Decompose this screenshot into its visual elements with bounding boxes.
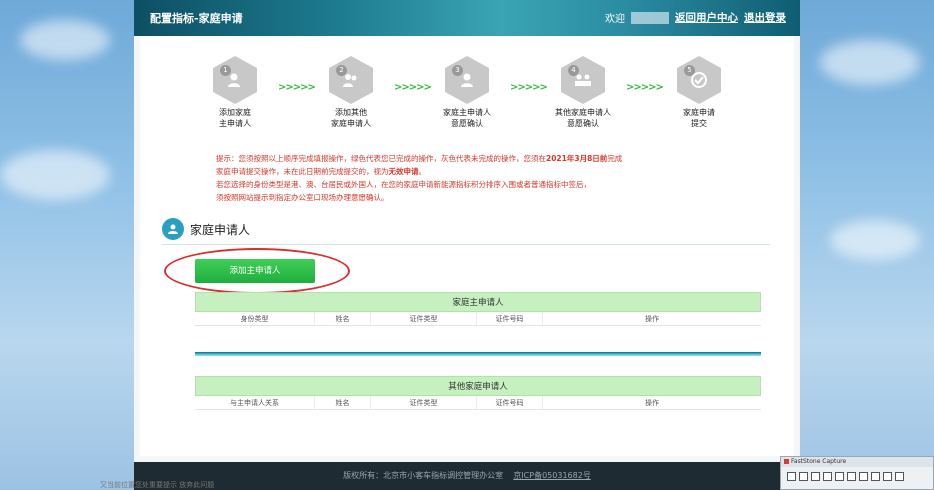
column-header: 身份类型: [195, 312, 315, 325]
capture-title: FastStone Capture: [781, 457, 933, 467]
return-user-center-link[interactable]: 返回用户中心: [675, 10, 738, 25]
main-content: 1 添加家庭 主申请人 >>>>> 2 添加其他 家庭申请人 >>>>> 3 家…: [140, 36, 794, 456]
username-redacted: [631, 11, 669, 24]
capture-toolbar[interactable]: FastStone Capture: [780, 456, 934, 490]
column-header: 证件类型: [371, 312, 477, 325]
notice-line-1: 提示：您须按照以上顺序完成填报操作，绿色代表您已完成的操作，灰色代表未完成的操作…: [216, 154, 623, 163]
logout-link[interactable]: 退出登录: [744, 10, 786, 25]
step-label: 家庭主申请人 意愿确认: [443, 108, 491, 128]
site-footer: 版权所有：北京市小客车指标调控管理办公室 京ICP备05031682号: [134, 462, 800, 490]
column-header: 证件类型: [371, 396, 477, 409]
table-header-row: 与主申请人关系 姓名 证件类型 证件号码 操作: [195, 396, 761, 410]
status-bar-text: 又当前位置您处重要提示 放弃此问题: [100, 481, 215, 489]
check-icon: 5: [677, 56, 721, 104]
capture-menu-icon[interactable]: [895, 472, 904, 481]
copyright-text: 版权所有：北京市小客车指标调控管理办公室: [343, 471, 504, 480]
progress-steps: 1 添加家庭 主申请人 >>>>> 2 添加其他 家庭申请人 >>>>> 3 家…: [140, 56, 794, 146]
step-add-main-applicant: 1 添加家庭 主申请人: [190, 56, 280, 129]
step-add-other-applicants: 2 添加其他 家庭申请人: [306, 56, 396, 129]
column-header: 证件号码: [477, 312, 543, 325]
capture-fullscreen-icon[interactable]: [823, 472, 832, 481]
step-number: 3: [452, 65, 463, 76]
notice-line-2: 家庭申请提交操作，未在此日期前完成提交的，视为无效申请。: [216, 167, 426, 176]
notice-line-3: 若您选择的身份类型是港、澳、台居民或外国人，在您的家庭申请新能源指标积分排序入围…: [216, 180, 591, 189]
capture-tool-icons: [781, 467, 933, 486]
column-header: 姓名: [315, 312, 371, 325]
icp-link[interactable]: 京ICP备05031682号: [513, 471, 591, 480]
capture-rect-icon[interactable]: [799, 472, 808, 481]
capture-video-icon[interactable]: [859, 472, 868, 481]
table-title: 家庭主申请人: [195, 292, 761, 312]
notice-line-4: 须按照网站提示到指定办公室口现场办理意愿确认。: [216, 193, 389, 202]
section-header: 家庭申请人: [162, 218, 250, 240]
section-divider: [162, 244, 770, 245]
notice-text: 提示：您须按照以上顺序完成填报操作，绿色代表您已完成的操作，灰色代表未完成的操作…: [216, 152, 776, 204]
other-applicants-table: 其他家庭申请人 与主申请人关系 姓名 证件类型 证件号码 操作: [195, 376, 761, 410]
step-number: 4: [568, 65, 579, 76]
column-header: 与主申请人关系: [195, 396, 315, 409]
capture-output-icon[interactable]: [871, 472, 880, 481]
step-main-applicant-confirm: 3 家庭主申请人 意愿确认: [422, 56, 512, 129]
section-title: 家庭申请人: [190, 222, 251, 237]
step-number: 2: [336, 65, 347, 76]
step-number: 1: [220, 65, 231, 76]
add-main-applicant-button[interactable]: 添加主申请人: [195, 259, 315, 283]
table-header-row: 身份类型 姓名 证件类型 证件号码 操作: [195, 312, 761, 326]
column-header: 操作: [645, 399, 659, 407]
background-cloud: [830, 220, 920, 260]
main-applicant-table: 家庭主申请人 身份类型 姓名 证件类型 证件号码 操作: [195, 292, 761, 326]
background-cloud: [0, 150, 110, 200]
column-header: 证件号码: [477, 396, 543, 409]
welcome-text: 欢迎: [605, 14, 625, 25]
step-label: 家庭申请 提交: [683, 108, 715, 128]
step-label: 添加家庭 主申请人: [219, 108, 251, 128]
group-plus-icon: 2: [329, 56, 373, 104]
background-cloud: [820, 40, 920, 85]
step-number: 5: [684, 65, 695, 76]
step-label: 其他家庭申请人 意愿确认: [555, 108, 611, 128]
capture-settings-icon[interactable]: [883, 472, 892, 481]
column-header: 姓名: [315, 396, 371, 409]
capture-window-icon[interactable]: [787, 472, 796, 481]
page-title: 配置指标-家庭申请: [150, 12, 243, 25]
user-icon: [162, 218, 184, 240]
column-header: 操作: [645, 315, 659, 323]
capture-fixed-icon[interactable]: [847, 472, 856, 481]
header-user-area: 欢迎 返回用户中心 退出登录: [605, 10, 786, 25]
person-plus-icon: 1: [213, 56, 257, 104]
capture-region-icon[interactable]: [811, 472, 820, 481]
site-header: 配置指标-家庭申请 欢迎 返回用户中心 退出登录: [134, 0, 800, 36]
person-confirm-icon: 3: [445, 56, 489, 104]
group-confirm-icon: 4: [561, 56, 605, 104]
table-title: 其他家庭申请人: [195, 376, 761, 396]
section-divider-bar: [195, 352, 761, 356]
step-label: 添加其他 家庭申请人: [331, 108, 371, 128]
capture-scroll-icon[interactable]: [835, 472, 844, 481]
background-cloud: [20, 20, 110, 60]
step-submit: 5 家庭申请 提交: [654, 56, 744, 129]
step-other-applicants-confirm: 4 其他家庭申请人 意愿确认: [538, 56, 628, 129]
